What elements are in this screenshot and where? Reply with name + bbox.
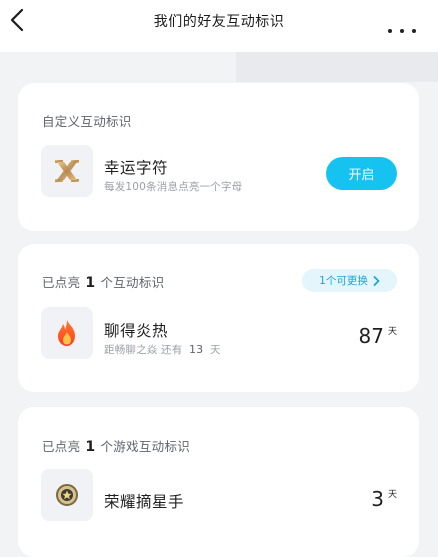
item-name: 幸运字符 [104, 159, 169, 177]
chevron-right-icon [373, 275, 380, 286]
icon-tile [41, 469, 93, 521]
icon-tile [41, 145, 93, 197]
section-title: 已点亮 1 个游戏互动标识 [42, 439, 191, 455]
lit-badges-card: 已点亮 1 个互动标识 1个可更换 聊得炎热 距畅聊之焱 还有 13 天 87 … [18, 244, 419, 392]
remaining-days: 13 [188, 343, 204, 356]
days-counter: 3 天 [371, 487, 397, 511]
replaceable-button[interactable]: 1个可更换 [302, 269, 397, 292]
badge-count: 1 [85, 439, 96, 455]
item-name: 荣耀摘星手 [104, 493, 185, 511]
item-description: 每发100条消息点亮一个字母 [104, 181, 243, 193]
custom-badge-card: 自定义互动标识 幸运字符 每发100条消息点亮一个字母 开启 [18, 83, 419, 231]
more-button[interactable] [388, 26, 416, 36]
top-bar: 我们的好友互动标识 [0, 0, 438, 52]
page-title: 我们的好友互动标识 [153, 14, 285, 30]
enable-button[interactable]: 开启 [326, 157, 397, 190]
more-horizontal-icon [412, 29, 416, 33]
days-counter: 87 天 [358, 324, 397, 348]
section-title: 已点亮 1 个互动标识 [42, 275, 165, 291]
letter-x-badge-icon [55, 160, 79, 182]
background-strip [236, 52, 438, 82]
more-horizontal-icon [400, 29, 404, 33]
icon-tile [41, 307, 93, 359]
game-badges-card: 已点亮 1 个游戏互动标识 荣耀摘星手 3 天 [18, 407, 419, 557]
more-horizontal-icon [388, 29, 392, 33]
item-name: 聊得炎热 [104, 322, 169, 340]
flame-icon [58, 320, 75, 346]
badge-count: 1 [85, 275, 96, 291]
section-title: 自定义互动标识 [42, 114, 132, 129]
star-medal-icon [56, 484, 78, 506]
item-description: 距畅聊之焱 还有 13 天 [104, 343, 221, 356]
